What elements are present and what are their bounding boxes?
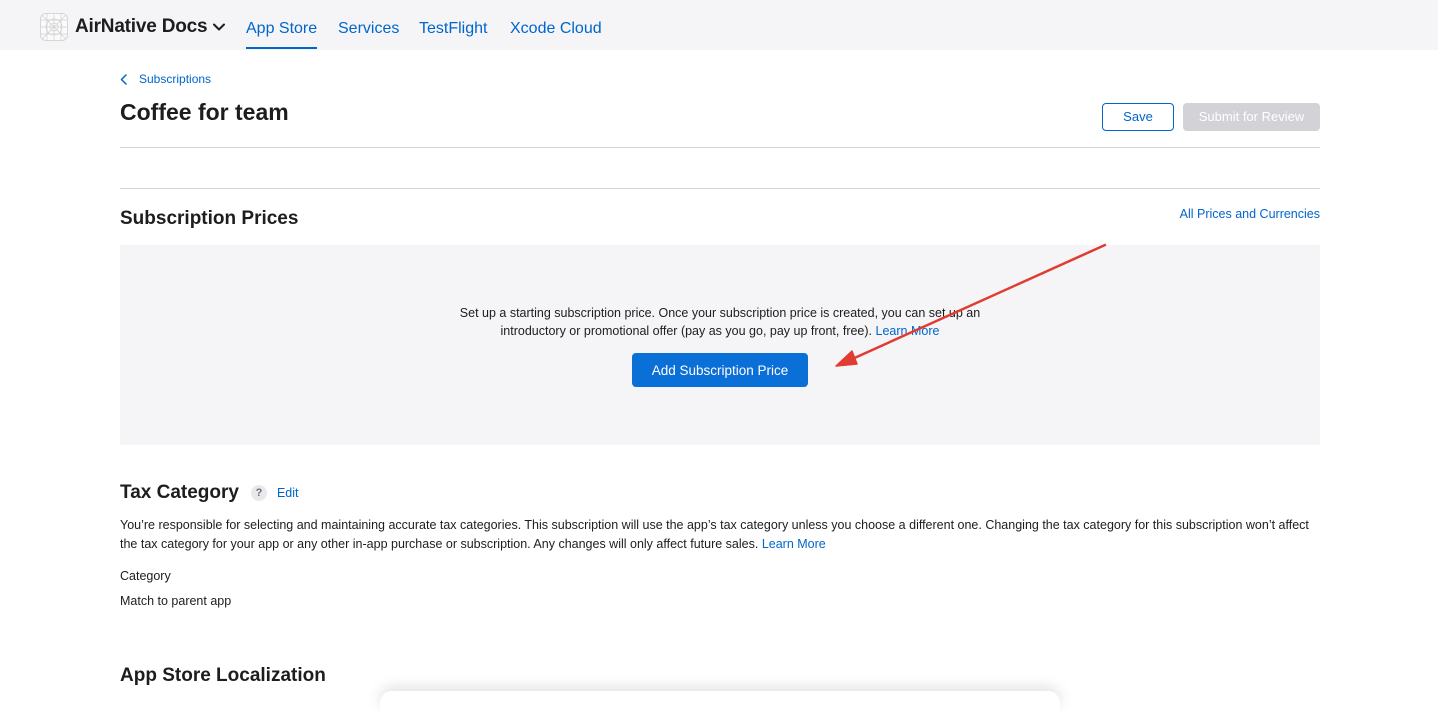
tax-description-text: You’re responsible for selecting and mai… bbox=[120, 518, 1309, 551]
category-label: Category bbox=[120, 569, 171, 583]
all-prices-and-currencies-link[interactable]: All Prices and Currencies bbox=[1120, 207, 1320, 221]
chevron-left-icon bbox=[120, 73, 127, 85]
tax-category-header: Tax Category ? Edit bbox=[120, 482, 299, 504]
add-subscription-price-button[interactable]: Add Subscription Price bbox=[632, 353, 808, 387]
app-store-localization-heading: App Store Localization bbox=[120, 665, 326, 686]
tab-services[interactable]: Services bbox=[338, 19, 399, 49]
bottom-sheet-edge bbox=[380, 691, 1060, 711]
category-value: Match to parent app bbox=[120, 594, 232, 608]
header-divider bbox=[120, 147, 1320, 148]
tab-xcode-cloud[interactable]: Xcode Cloud bbox=[510, 19, 602, 49]
breadcrumb-back-link[interactable]: Subscriptions bbox=[120, 72, 211, 86]
empty-state-message: Set up a starting subscription price. On… bbox=[120, 304, 1320, 340]
tab-testflight[interactable]: TestFlight bbox=[419, 19, 487, 49]
help-icon[interactable]: ? bbox=[250, 485, 267, 501]
tab-app-store[interactable]: App Store bbox=[246, 19, 318, 49]
subscription-prices-heading: Subscription Prices bbox=[120, 208, 299, 229]
prices-learn-more-link[interactable]: Learn More bbox=[876, 324, 940, 338]
empty-state-line-1: Set up a starting subscription price. On… bbox=[459, 306, 981, 320]
tax-learn-more-link[interactable]: Learn More bbox=[762, 537, 826, 551]
tax-category-description: You’re responsible for selecting and mai… bbox=[120, 516, 1320, 553]
subscription-prices-empty-state: Set up a starting subscription price. On… bbox=[120, 245, 1320, 445]
chevron-down-icon[interactable] bbox=[213, 23, 226, 31]
save-button[interactable]: Save bbox=[1102, 103, 1174, 131]
page-title: Coffee for team bbox=[120, 99, 289, 125]
tax-category-heading: Tax Category bbox=[120, 482, 239, 503]
top-navigation-bar: AirNative Docs App Store Services TestFl… bbox=[0, 0, 1438, 50]
tax-category-edit-link[interactable]: Edit bbox=[277, 486, 299, 500]
app-logo-icon bbox=[40, 13, 68, 41]
submit-for-review-button[interactable]: Submit for Review bbox=[1183, 103, 1320, 131]
team-name[interactable]: AirNative Docs bbox=[75, 16, 208, 38]
empty-state-line-2: introductory or promotional offer (pay a… bbox=[500, 324, 873, 338]
team-switcher[interactable]: AirNative Docs bbox=[40, 13, 226, 41]
breadcrumb-label[interactable]: Subscriptions bbox=[139, 72, 211, 86]
section-divider bbox=[120, 188, 1320, 189]
